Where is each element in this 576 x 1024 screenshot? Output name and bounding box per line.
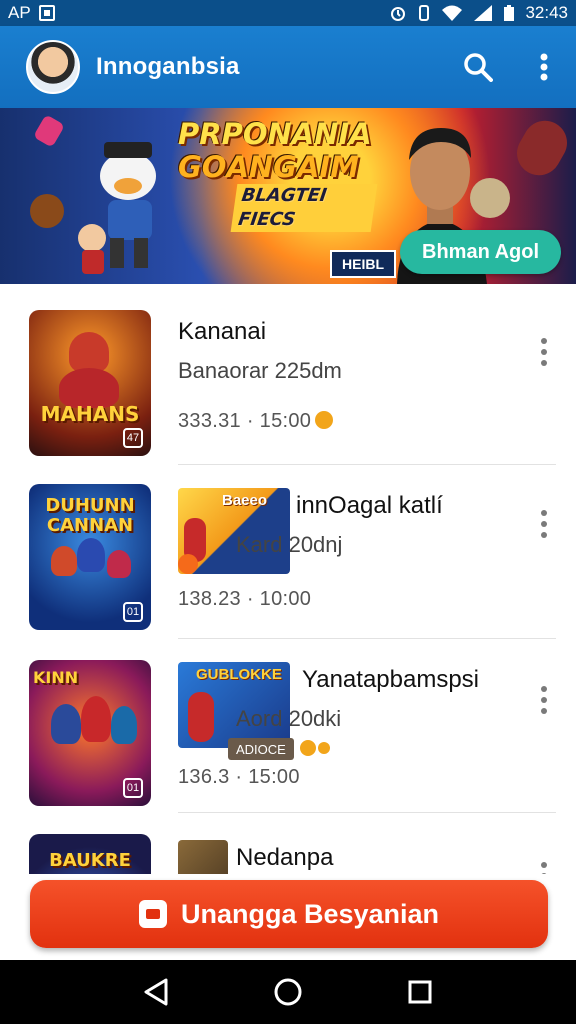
character-figure [111, 706, 137, 744]
preview-label: Baeeo [222, 492, 268, 509]
banner-badge: HEIBL [330, 250, 396, 278]
corner-badge: 01 [123, 602, 143, 622]
item-title: Nedanpa [236, 844, 334, 871]
corner-badge: 47 [123, 428, 143, 448]
more-vert-icon [540, 53, 548, 81]
character-figure [51, 546, 77, 576]
item-meta-text: 333.31 · 15:00 [178, 410, 312, 432]
item-subtitle: Aord 20dki [236, 706, 342, 731]
banner-action-button[interactable]: Bhman Agol [400, 230, 562, 274]
item-meta: 138.23 · 10:00 [178, 588, 312, 610]
gift-icon [138, 900, 167, 928]
thumbnail-title: DUHUNN CANNAN [45, 495, 135, 536]
item-preview-image: Baeeo [178, 488, 290, 574]
thumbnail-title: KINN [33, 668, 79, 687]
list-item[interactable]: DUHUNN CANNAN 01 Baeeo innOagal katlí Ka… [0, 460, 576, 639]
recents-button[interactable] [400, 972, 440, 1012]
back-button[interactable] [136, 972, 176, 1012]
item-title: Kananai [178, 318, 267, 345]
system-nav-bar [0, 960, 576, 1024]
item-subtitle: Banaorar 225dm [178, 358, 342, 383]
character-figure [51, 704, 81, 744]
status-bar: AP 32:43 [0, 0, 576, 26]
search-button[interactable] [462, 51, 494, 83]
banner-title-line1: PRPONANIA [178, 117, 372, 151]
banner-title: PRPONANIA GOANGAIM BLAGTEI FIECS [178, 118, 408, 232]
signal-icon [474, 5, 493, 21]
item-thumbnail: MAHANS 47 [29, 310, 151, 456]
item-subtitle: Kard 20dnj [236, 532, 343, 557]
item-title: Yanatapbamspsi [302, 666, 479, 693]
status-left-text: AP [8, 3, 31, 22]
thumbnail-title: BAUKRE [49, 850, 131, 871]
content-list: MAHANS 47 Kananai Banaorar 225dm 333.31 … [0, 284, 576, 874]
item-thumbnail: KINN 01 [29, 660, 151, 806]
badge-dot [178, 554, 198, 574]
list-item[interactable]: KINN 01 GUBLOKKE Yanatapbamspsi Aord 20d… [0, 636, 576, 813]
coin-icon [300, 740, 316, 756]
back-icon [144, 978, 168, 1006]
coin-icon [318, 742, 330, 754]
character-figure [81, 696, 111, 742]
banner-title-line2: GOANGAIM [178, 150, 360, 184]
corner-badge: 01 [123, 778, 143, 798]
item-preview-image [178, 840, 228, 874]
primary-action-button[interactable]: Unangga Besyanian [30, 880, 548, 948]
coin-icon [315, 411, 334, 429]
home-icon [274, 978, 302, 1006]
notification-icon [38, 5, 55, 21]
primary-action-label: Unangga Besyanian [180, 898, 440, 929]
app-screen: AP 32:43 Innoganbsia PRPONANIA GOANGAIM … [0, 0, 576, 1024]
status-time: 32:43 [525, 3, 568, 22]
item-preview-image: GUBLOKKE [178, 662, 290, 748]
item-thumbnail: BAUKRE [29, 834, 151, 874]
search-icon [464, 53, 493, 82]
item-title: innOagal katlí [296, 492, 443, 519]
app-title: Innoganbsia [96, 53, 240, 80]
overflow-menu-button[interactable] [528, 51, 560, 83]
item-more-button[interactable] [530, 504, 558, 544]
banner-title-line3: BLAGTEI FIECS [230, 184, 378, 232]
thumbnail-title: MAHANS [40, 402, 140, 426]
item-more-button[interactable] [530, 680, 558, 720]
list-item[interactable]: BAUKRE Nedanpa [0, 812, 576, 874]
character-figure [188, 692, 214, 742]
recents-icon [408, 980, 432, 1004]
vibrate-icon [419, 5, 430, 21]
item-more-button[interactable] [530, 332, 558, 372]
character-figure [107, 550, 131, 578]
preview-label: GUBLOKKE [196, 666, 282, 683]
avatar[interactable] [26, 40, 80, 94]
list-item[interactable]: MAHANS 47 Kananai Banaorar 225dm 333.31 … [0, 284, 576, 465]
coin-decoration [30, 194, 64, 228]
alarm-icon [391, 7, 406, 21]
item-meta: 136.3 · 15:00 [178, 766, 300, 788]
banner-action-label: Bhman Agol [422, 240, 540, 263]
home-button[interactable] [268, 972, 308, 1012]
wifi-icon [442, 5, 463, 21]
character-figure [77, 538, 105, 572]
banner-badge-text: HEIBL [342, 256, 384, 272]
item-thumbnail: DUHUNN CANNAN 01 [29, 484, 151, 630]
item-badge-text: ADIOCE [236, 741, 286, 757]
item-more-button[interactable] [530, 856, 558, 874]
item-meta: 333.31 · 15:00 [178, 410, 334, 433]
gem-decoration [32, 114, 66, 148]
mascot-illustration [78, 142, 156, 274]
battery-icon [504, 5, 515, 21]
microphone-decoration [508, 112, 576, 184]
app-bar: Innoganbsia [0, 26, 576, 108]
promo-banner[interactable]: PRPONANIA GOANGAIM BLAGTEI FIECS HEIBL B… [0, 108, 576, 284]
character-figure [69, 332, 109, 372]
item-badge: ADIOCE [228, 738, 294, 760]
